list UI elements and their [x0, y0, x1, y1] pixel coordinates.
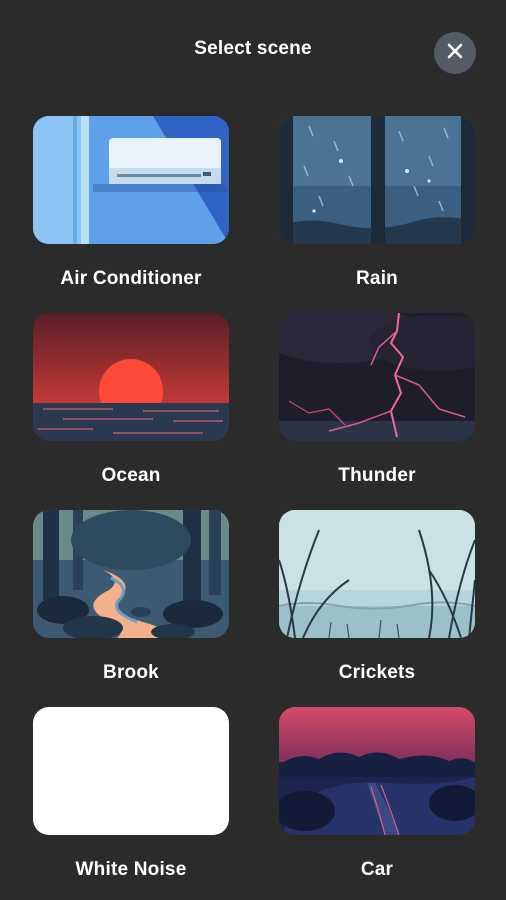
scene-tile-white-noise[interactable]: White Noise [33, 707, 229, 900]
close-button[interactable] [434, 32, 476, 74]
scene-tile-car[interactable]: Car [279, 707, 475, 900]
scene-label-thunder: Thunder [338, 465, 416, 486]
thunder-lightning-image [279, 313, 475, 441]
brook-forest-image [33, 510, 229, 638]
scene-tile-ocean[interactable]: Ocean [33, 313, 229, 510]
scene-label-brook: Brook [103, 662, 159, 683]
car-road-image [279, 707, 475, 835]
scene-selector-screen: Select scene Air Conditioner Rain Ocean … [0, 0, 506, 900]
crickets-grass-image [279, 510, 475, 638]
air-conditioner-image [33, 116, 229, 244]
scene-label-white-noise: White Noise [75, 859, 187, 880]
scene-tile-crickets[interactable]: Crickets [279, 510, 475, 707]
scene-label-car: Car [360, 859, 394, 880]
scene-grid: Air Conditioner Rain Ocean Thunder Brook… [33, 116, 475, 900]
scene-label-ocean: Ocean [101, 465, 161, 486]
scene-tile-air-conditioner[interactable]: Air Conditioner [33, 116, 229, 313]
page-title: Select scene [194, 38, 312, 59]
scene-label-air-conditioner: Air Conditioner [60, 268, 202, 289]
white-noise-image [33, 707, 229, 835]
scene-label-crickets: Crickets [338, 662, 416, 683]
scene-tile-rain[interactable]: Rain [279, 116, 475, 313]
rain-window-image [279, 116, 475, 244]
scene-label-rain: Rain [356, 268, 398, 289]
ocean-sunset-image [33, 313, 229, 441]
close-icon [447, 43, 463, 64]
scene-tile-thunder[interactable]: Thunder [279, 313, 475, 510]
scene-tile-brook[interactable]: Brook [33, 510, 229, 707]
